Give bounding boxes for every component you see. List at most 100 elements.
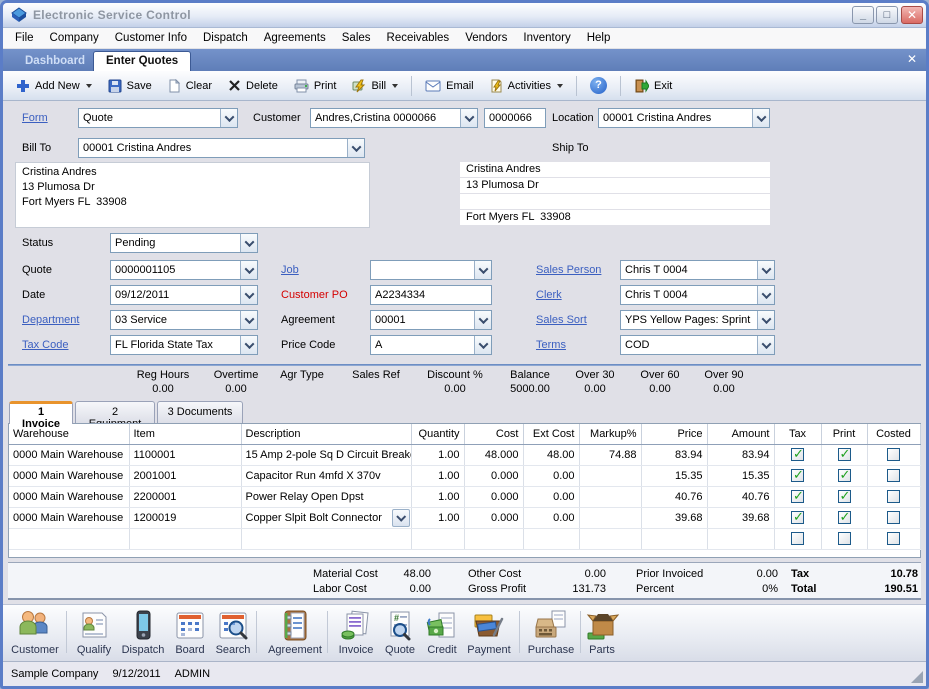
clerk-select[interactable]: Chris T 0004 [620, 285, 775, 305]
cell-item[interactable]: 2200001 [129, 486, 241, 507]
subtab-invoice[interactable]: 1 Invoice [9, 401, 73, 424]
footer-payment-button[interactable]: Payment [454, 609, 524, 656]
bill-button[interactable]: Bill [345, 76, 405, 96]
print-button[interactable]: Print [287, 76, 344, 96]
footer-search-button[interactable]: Search [198, 609, 268, 656]
location-select[interactable]: 00001 Cristina Andres [598, 108, 770, 128]
ship-to-line1[interactable]: Cristina Andres [460, 162, 770, 177]
cell-ext-cost[interactable]: 48.00 [523, 444, 579, 465]
customer-po-field[interactable]: A2234334 [370, 285, 492, 305]
menu-vendors[interactable]: Vendors [457, 29, 515, 47]
terms-select[interactable]: COD [620, 335, 775, 355]
cell-quantity[interactable]: 1.00 [411, 465, 464, 486]
price-code-select[interactable]: A [370, 335, 492, 355]
cell-price[interactable]: 40.76 [641, 486, 707, 507]
cell-quantity[interactable]: 1.00 [411, 507, 464, 528]
cell-price[interactable] [641, 528, 707, 549]
print-checkbox[interactable] [838, 469, 851, 482]
status-select[interactable]: Pending [110, 233, 258, 253]
department-link[interactable]: Department [22, 314, 79, 326]
cell-description[interactable]: 15 Amp 2-pole Sq D Circuit Breake [241, 444, 411, 465]
print-checkbox[interactable] [838, 490, 851, 503]
tab-close-icon[interactable]: ✕ [907, 52, 917, 66]
department-select[interactable]: 03 Service [110, 310, 258, 330]
footer-parts-button[interactable]: Parts [567, 609, 637, 656]
cell-amount[interactable]: 83.94 [707, 444, 774, 465]
costed-checkbox[interactable] [887, 490, 900, 503]
costed-checkbox[interactable] [887, 532, 900, 545]
costed-checkbox[interactable] [887, 448, 900, 461]
tax-checkbox[interactable] [791, 469, 804, 482]
sales-sort-link[interactable]: Sales Sort [536, 314, 587, 326]
chevron-down-icon[interactable] [392, 509, 410, 527]
cell-price[interactable]: 83.94 [641, 444, 707, 465]
sales-sort-select[interactable]: YPS Yellow Pages: Sprint [620, 310, 775, 330]
sales-person-link[interactable]: Sales Person [536, 264, 601, 276]
cell-amount[interactable] [707, 528, 774, 549]
tax-code-link[interactable]: Tax Code [22, 339, 68, 351]
cell-markup[interactable] [579, 507, 641, 528]
cell-cost[interactable]: 0.000 [464, 486, 523, 507]
maximize-button[interactable]: □ [876, 6, 898, 24]
cell-ext-cost[interactable]: 0.00 [523, 465, 579, 486]
delete-button[interactable]: Delete [221, 76, 285, 95]
cell-warehouse[interactable]: 0000 Main Warehouse [9, 507, 129, 528]
job-select[interactable] [370, 260, 492, 280]
subtab-documents[interactable]: 3 Documents [157, 401, 243, 423]
exit-button[interactable]: Exit [627, 76, 679, 96]
cell-cost[interactable]: 48.000 [464, 444, 523, 465]
ship-to-line3[interactable] [460, 194, 770, 209]
cell-quantity[interactable]: 1.00 [411, 486, 464, 507]
quote-number-select[interactable]: 0000001105 [110, 260, 258, 280]
agreement-select[interactable]: 00001 [370, 310, 492, 330]
menu-customer-info[interactable]: Customer Info [107, 29, 195, 47]
menu-inventory[interactable]: Inventory [515, 29, 578, 47]
close-button[interactable]: ✕ [901, 6, 923, 24]
subtab-equipment[interactable]: 2 Equipment [75, 401, 155, 423]
ship-to-line2[interactable]: 13 Plumosa Dr [460, 178, 770, 193]
menu-help[interactable]: Help [579, 29, 619, 47]
minimize-button[interactable]: _ [852, 6, 874, 24]
tab-enter-quotes[interactable]: Enter Quotes [93, 51, 191, 71]
cell-price[interactable]: 39.68 [641, 507, 707, 528]
cell-markup[interactable] [579, 465, 641, 486]
cell-cost[interactable]: 0.000 [464, 507, 523, 528]
tab-dashboard[interactable]: Dashboard [13, 53, 97, 69]
cell-markup[interactable] [579, 486, 641, 507]
activities-button[interactable]: Activities [483, 76, 570, 96]
help-button[interactable]: ? [583, 74, 614, 97]
bill-to-address-box[interactable]: Cristina Andres13 Plumosa DrFort Myers F… [15, 162, 370, 228]
cell-amount[interactable]: 40.76 [707, 486, 774, 507]
cell-quantity[interactable]: 1.00 [411, 444, 464, 465]
cell-warehouse[interactable]: 0000 Main Warehouse [9, 444, 129, 465]
print-checkbox[interactable] [838, 511, 851, 524]
tax-checkbox[interactable] [791, 490, 804, 503]
cell-description[interactable]: Capacitor Run 4mfd X 370v [241, 465, 411, 486]
cell-cost[interactable] [464, 528, 523, 549]
form-link[interactable]: Form [22, 112, 48, 124]
customer-select[interactable]: Andres,Cristina 0000066 [310, 108, 478, 128]
form-type-select[interactable]: Quote [78, 108, 238, 128]
tax-checkbox[interactable] [791, 448, 804, 461]
date-select[interactable]: 09/12/2011 [110, 285, 258, 305]
costed-checkbox[interactable] [887, 469, 900, 482]
cell-item[interactable]: 1100001 [129, 444, 241, 465]
menu-sales[interactable]: Sales [334, 29, 379, 47]
clear-button[interactable]: Clear [161, 76, 219, 96]
cell-item[interactable]: 1200019 [129, 507, 241, 528]
cell-markup[interactable]: 74.88 [579, 444, 641, 465]
cell-description[interactable]: Power Relay Open Dpst [241, 486, 411, 507]
add-new-button[interactable]: Add New [9, 76, 99, 96]
cell-description[interactable] [241, 528, 411, 549]
clerk-link[interactable]: Clerk [536, 289, 562, 301]
cell-quantity[interactable] [411, 528, 464, 549]
cell-amount[interactable]: 39.68 [707, 507, 774, 528]
tax-checkbox[interactable] [791, 532, 804, 545]
cell-ext-cost[interactable]: 0.00 [523, 486, 579, 507]
bill-to-select[interactable]: 00001 Cristina Andres [78, 138, 365, 158]
print-checkbox[interactable] [838, 532, 851, 545]
email-button[interactable]: Email [418, 77, 481, 95]
menu-receivables[interactable]: Receivables [379, 29, 458, 47]
job-link[interactable]: Job [281, 264, 299, 276]
cell-description[interactable]: Copper Slpit Bolt Connector [241, 507, 411, 528]
